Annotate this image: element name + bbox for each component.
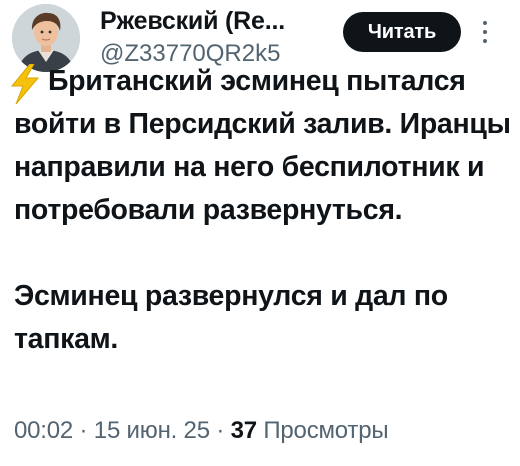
tweet-date[interactable]: 15 июн. 25 bbox=[94, 417, 210, 444]
tweet-paragraph-2: Эсминец развернулся и дал по тапкам. bbox=[14, 275, 514, 361]
tweet-paragraph-2-text: Эсминец развернулся и дал по тапкам. bbox=[14, 280, 448, 355]
lightning-bolt-icon bbox=[10, 64, 40, 104]
tweet-meta: 00:02 · 15 июн. 25 · 37 Просмотры bbox=[14, 416, 389, 446]
views-label[interactable]: Просмотры bbox=[263, 417, 388, 444]
tweet-body: Британский эсминец пытался войти в Перси… bbox=[14, 60, 514, 361]
views-count[interactable]: 37 bbox=[231, 417, 257, 444]
read-button[interactable]: Читать bbox=[343, 12, 461, 52]
meta-separator-2: · bbox=[216, 417, 225, 444]
tweet-paragraph-1-text: Британский эсминец пытался войти в Перси… bbox=[14, 65, 511, 226]
tweet-time[interactable]: 00:02 bbox=[14, 417, 73, 444]
author-display-name[interactable]: Ржевский (Re... bbox=[100, 6, 285, 36]
tweet-card: Ржевский (Re... @Z33770QR2k5 Читать Брит… bbox=[0, 0, 520, 466]
meta-separator-1: · bbox=[79, 417, 88, 444]
more-vertical-icon[interactable] bbox=[480, 16, 490, 50]
tweet-paragraph-1: Британский эсминец пытался войти в Перси… bbox=[14, 60, 514, 232]
